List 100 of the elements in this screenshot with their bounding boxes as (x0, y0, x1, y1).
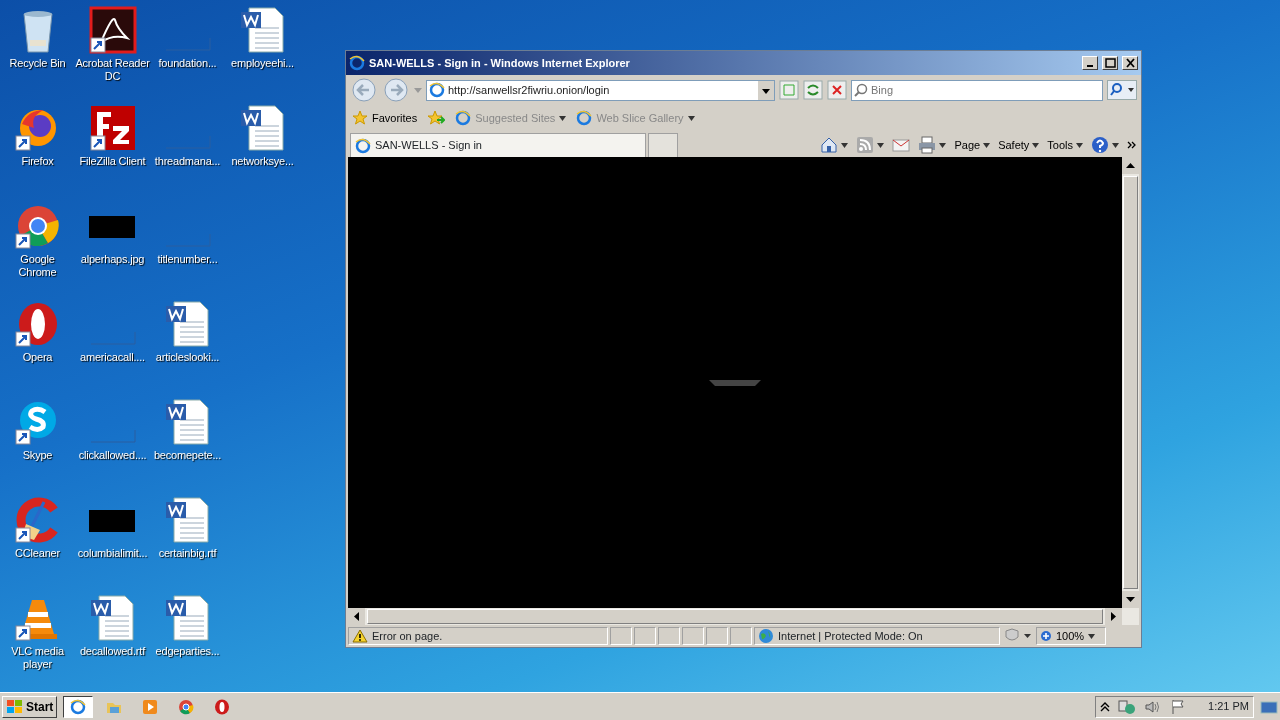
word-document-icon[interactable] (163, 398, 212, 446)
icon-label[interactable]: becomepete... (153, 449, 222, 462)
home-icon (820, 136, 839, 154)
stop-icon[interactable] (827, 80, 847, 100)
search-field[interactable]: Bing (871, 81, 1100, 99)
status-message: Error on page. (348, 627, 608, 645)
icon-label[interactable]: Acrobat Reader DC (75, 57, 150, 83)
filezilla-icon[interactable] (88, 104, 137, 152)
caret-icon (1032, 142, 1040, 148)
search-icon (854, 83, 868, 97)
window-title: SAN-WELLS - Sign in - Windows Internet Explorer (369, 55, 631, 71)
icon-label[interactable]: decallowed.rtf (79, 645, 146, 658)
icon-label[interactable]: titlenumber... (157, 253, 218, 266)
mail-button[interactable] (892, 136, 911, 154)
warning-icon (352, 629, 368, 643)
minimize-button[interactable] (1082, 56, 1098, 70)
icon-label[interactable]: Skype (22, 449, 53, 462)
caret-icon (983, 142, 991, 148)
ie-icon (70, 698, 87, 715)
icon-label[interactable]: threadmana... (154, 155, 221, 168)
menu-button[interactable]: Tools (1047, 136, 1083, 154)
icon-label[interactable]: columbialimit... (77, 547, 148, 560)
vertical-scrollbar[interactable] (1122, 157, 1139, 608)
close-button[interactable] (1122, 56, 1138, 70)
address-field[interactable]: http://sanwellsr2fiwriu.onion/login (448, 81, 755, 99)
ie-logo-icon (576, 110, 593, 126)
ie-logo-icon (355, 137, 371, 154)
status-bar-pane (610, 627, 632, 645)
taskbar-app-button[interactable] (63, 695, 94, 718)
acrobat-icon[interactable] (88, 6, 137, 54)
icon-label[interactable]: CCleaner (15, 547, 60, 560)
icon-label[interactable]: certainbig.rtf (158, 547, 217, 560)
caret-icon (1088, 633, 1096, 639)
caret-icon (877, 142, 885, 148)
icon-label[interactable]: Google Chrome (0, 253, 75, 279)
maximize-button[interactable] (1102, 56, 1118, 70)
icon-label[interactable]: alperhaps.jpg (80, 253, 145, 266)
icon-label[interactable]: Recycle Bin (9, 57, 66, 70)
caret-icon (559, 115, 567, 121)
help-icon (1091, 136, 1109, 154)
status-bar-pane (706, 627, 728, 645)
word-document-icon[interactable] (163, 496, 212, 544)
feeds-button[interactable] (856, 136, 885, 154)
clock[interactable]: 1:21 PM (1208, 698, 1249, 715)
page-icon (429, 82, 445, 98)
icon-label[interactable]: clickallowed.... (78, 449, 147, 462)
ie-logo-icon (349, 55, 365, 71)
caret-icon (687, 115, 695, 121)
show-hidden-icons-icon[interactable] (1100, 700, 1111, 713)
printer-button[interactable] (918, 136, 947, 154)
horizontal-scrollbar[interactable] (348, 608, 1139, 625)
caret-icon (841, 142, 849, 148)
word-document-icon[interactable] (163, 594, 212, 642)
icon-label[interactable]: americacall.... (80, 351, 145, 364)
caret-icon (1076, 142, 1083, 148)
refresh-icon[interactable] (803, 80, 823, 100)
favorites-button[interactable]: Favorites (352, 109, 418, 127)
opera-icon (214, 698, 231, 715)
globe-icon (758, 628, 774, 644)
word-document-icon[interactable] (88, 594, 137, 642)
maximize-icon (1104, 57, 1116, 69)
icon-label[interactable]: edgeparties... (155, 645, 220, 658)
media-player-icon (142, 698, 159, 715)
icon-label[interactable]: articleslooki... (155, 351, 220, 364)
search-button-icon[interactable] (1107, 80, 1137, 100)
zoom-level[interactable]: 100% (1036, 627, 1106, 645)
loading-indicator (709, 379, 761, 386)
icon-label[interactable]: FileZilla Client (79, 155, 146, 168)
help-button[interactable] (1091, 136, 1119, 154)
home-button[interactable] (820, 136, 849, 154)
icon-label[interactable]: VLC media player (0, 645, 75, 671)
close-icon (1124, 57, 1136, 69)
caret-icon (1112, 142, 1119, 148)
address-bar[interactable]: http://sanwellsr2fiwriu.onion/login (426, 79, 775, 101)
icon-label[interactable]: foundation... (158, 57, 217, 70)
star-icon (352, 110, 368, 126)
word-document-icon[interactable] (238, 104, 287, 152)
security-zone: Internet | Protected Mode: On (754, 627, 1000, 645)
browser-tab[interactable]: SAN-WELLS - Sign in (350, 133, 646, 157)
menu-button[interactable]: Safety (998, 136, 1040, 154)
menu-button[interactable]: Page (954, 136, 991, 154)
ie-logo-icon (455, 110, 472, 126)
show-desktop-icon[interactable] (1260, 698, 1278, 715)
status-bar-pane (634, 627, 656, 645)
status-bar-pane (682, 627, 704, 645)
status-bar-pane (658, 627, 680, 645)
chevron-icon[interactable] (1127, 140, 1137, 150)
word-document-icon[interactable] (163, 300, 212, 348)
icon-label[interactable]: networksye... (231, 155, 294, 168)
icon-label[interactable]: employeehi... (231, 57, 294, 70)
icon-label[interactable]: Firefox (21, 155, 54, 168)
start-button[interactable]: Start (2, 695, 58, 718)
word-document-icon[interactable] (238, 6, 287, 54)
feeds-icon (856, 136, 875, 154)
zoom-icon (1040, 630, 1052, 642)
icon-label[interactable]: Opera (22, 351, 53, 364)
search-box[interactable]: Bing (851, 79, 1103, 101)
dropdown-button-icon[interactable] (758, 80, 774, 100)
windows-logo-icon (6, 698, 24, 715)
flag-icon[interactable] (1170, 698, 1187, 715)
